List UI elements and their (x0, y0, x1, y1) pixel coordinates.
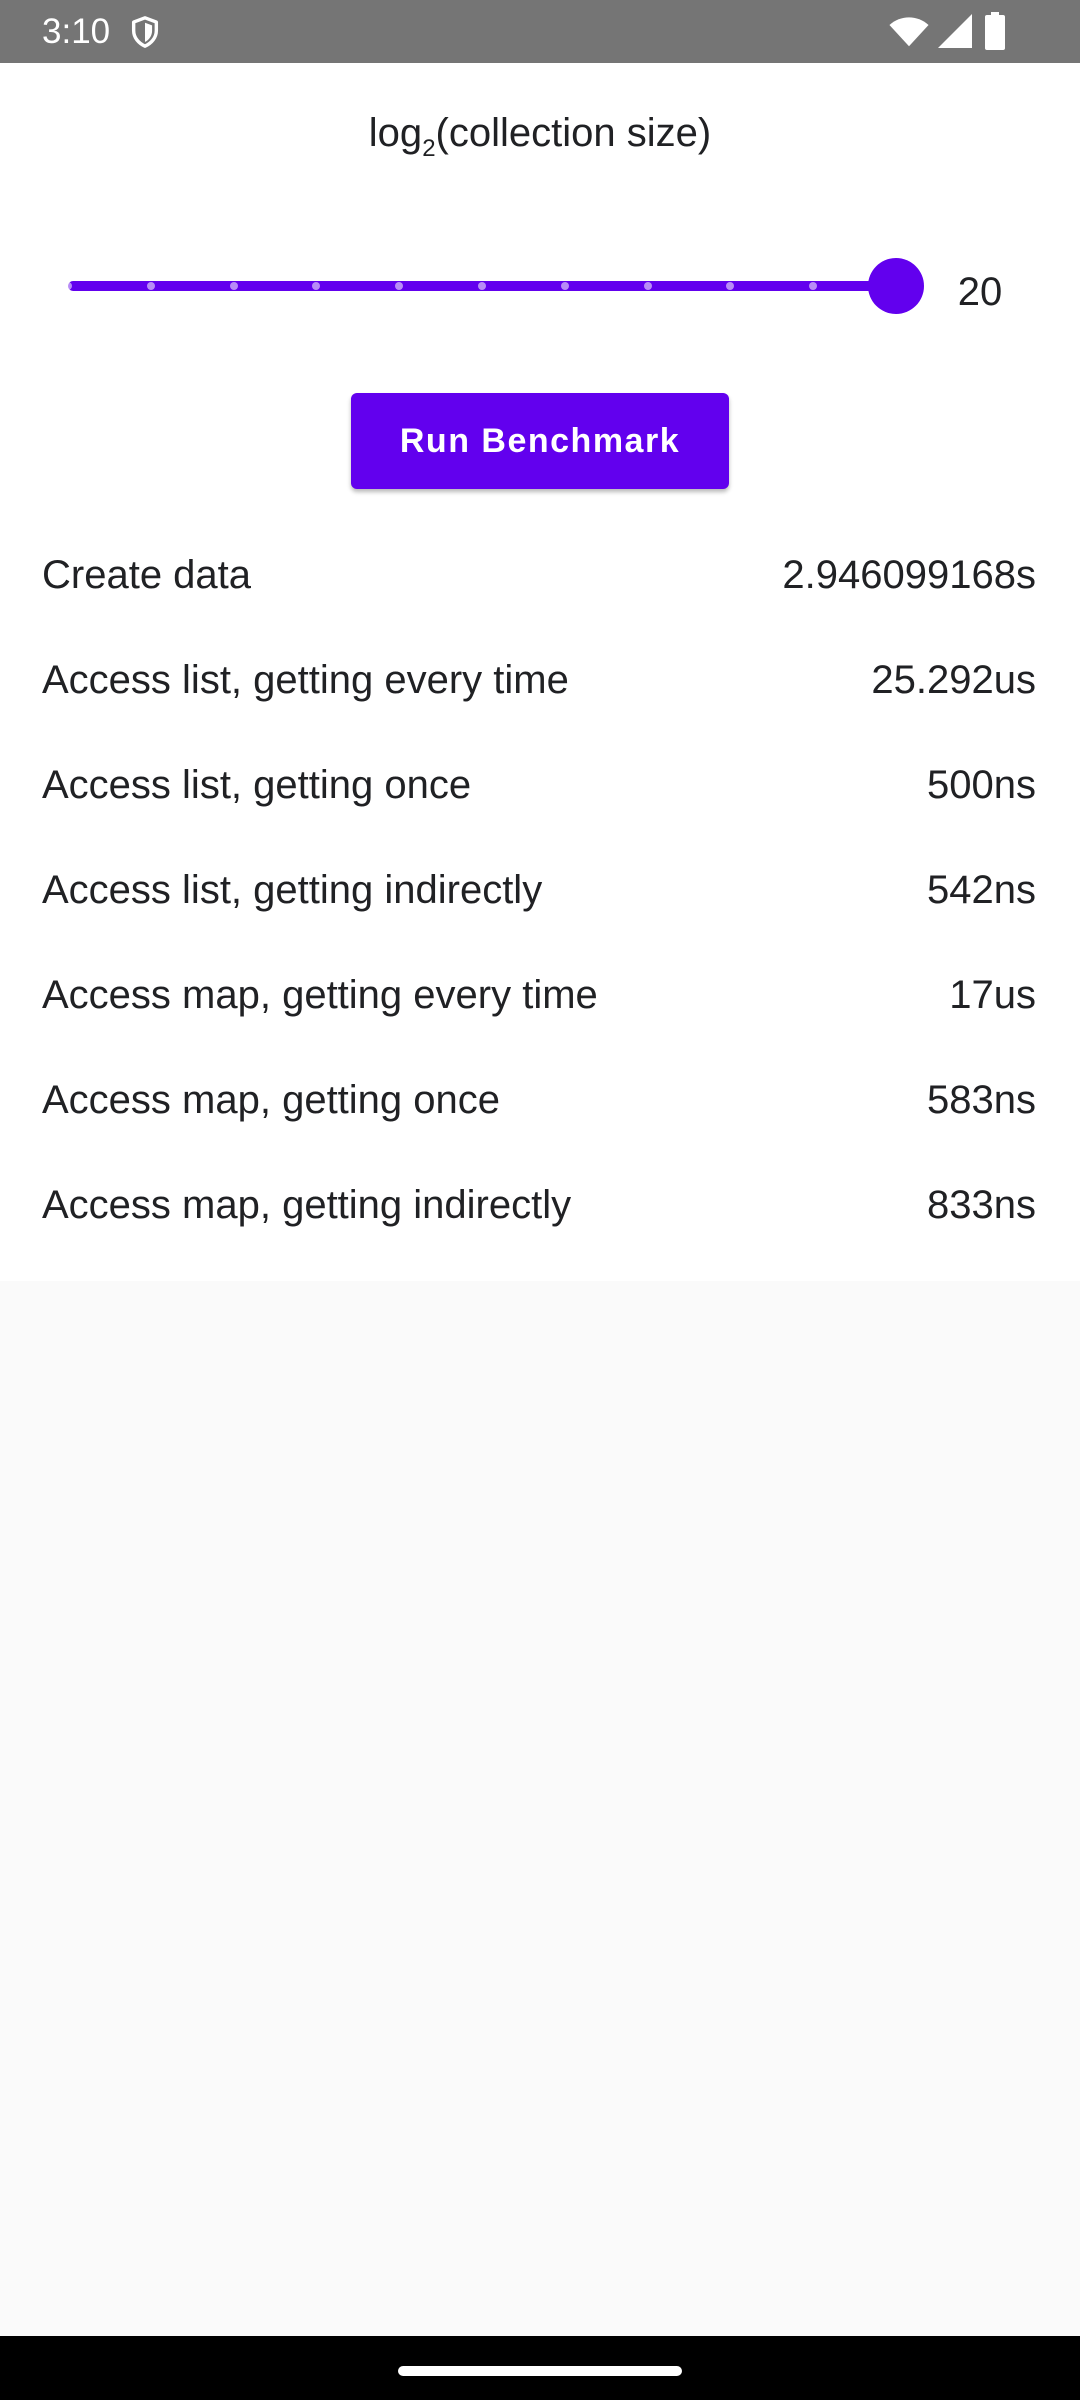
slider-tick (146, 282, 155, 290)
result-row: Access list, getting once 500ns (0, 733, 1080, 838)
collection-size-slider[interactable] (58, 243, 924, 333)
result-row: Access map, getting every time 17us (0, 943, 1080, 1048)
home-handle[interactable] (398, 2366, 682, 2376)
result-label: Access list, getting indirectly (42, 868, 543, 912)
slider-label-suffix: (collection size) (435, 111, 712, 155)
slider-tick (64, 282, 72, 290)
results-list: Create data 2.946099168s Access list, ge… (0, 523, 1080, 1258)
result-value: 17us (949, 973, 1036, 1017)
slider-tick (643, 282, 652, 290)
result-row: Access map, getting indirectly 833ns (0, 1153, 1080, 1258)
slider-thumb[interactable] (868, 258, 924, 314)
slider-value: 20 (957, 270, 1003, 314)
shield-icon (131, 16, 159, 48)
result-value: 500ns (927, 763, 1036, 807)
benchmark-panel: log2(collection size) 20 Run Benchmark C… (0, 63, 1080, 1281)
result-label: Access list, getting every time (42, 658, 569, 702)
result-value: 542ns (927, 868, 1036, 912)
slider-tick (229, 282, 238, 290)
status-time: 3:10 (42, 12, 111, 51)
result-label: Access map, getting once (42, 1078, 501, 1122)
result-value: 833ns (927, 1183, 1036, 1227)
battery-icon (985, 12, 1005, 50)
result-label: Access list, getting once (42, 763, 472, 807)
result-value: 25.292us (871, 658, 1036, 702)
slider-tick (560, 282, 569, 290)
result-label: Access map, getting indirectly (42, 1183, 572, 1227)
run-benchmark-button[interactable]: Run Benchmark (351, 393, 729, 489)
signal-icon (938, 14, 972, 48)
navigation-bar (0, 2336, 1080, 2400)
result-label: Create data (42, 553, 252, 597)
result-row: Access list, getting every time 25.292us (0, 628, 1080, 733)
result-row: Access list, getting indirectly 542ns (0, 838, 1080, 943)
slider-label: log2(collection size) (0, 111, 1080, 163)
slider-label-base: 2 (422, 135, 436, 162)
result-value: 583ns (927, 1078, 1036, 1122)
result-row: Access map, getting once 583ns (0, 1048, 1080, 1153)
result-value: 2.946099168s (782, 553, 1036, 597)
slider-label-prefix: log (368, 111, 423, 155)
wifi-icon (889, 17, 929, 47)
status-bar: 3:10 (0, 0, 1080, 63)
result-label: Access map, getting every time (42, 973, 598, 1017)
result-row: Create data 2.946099168s (0, 523, 1080, 628)
slider-tick (478, 282, 486, 290)
